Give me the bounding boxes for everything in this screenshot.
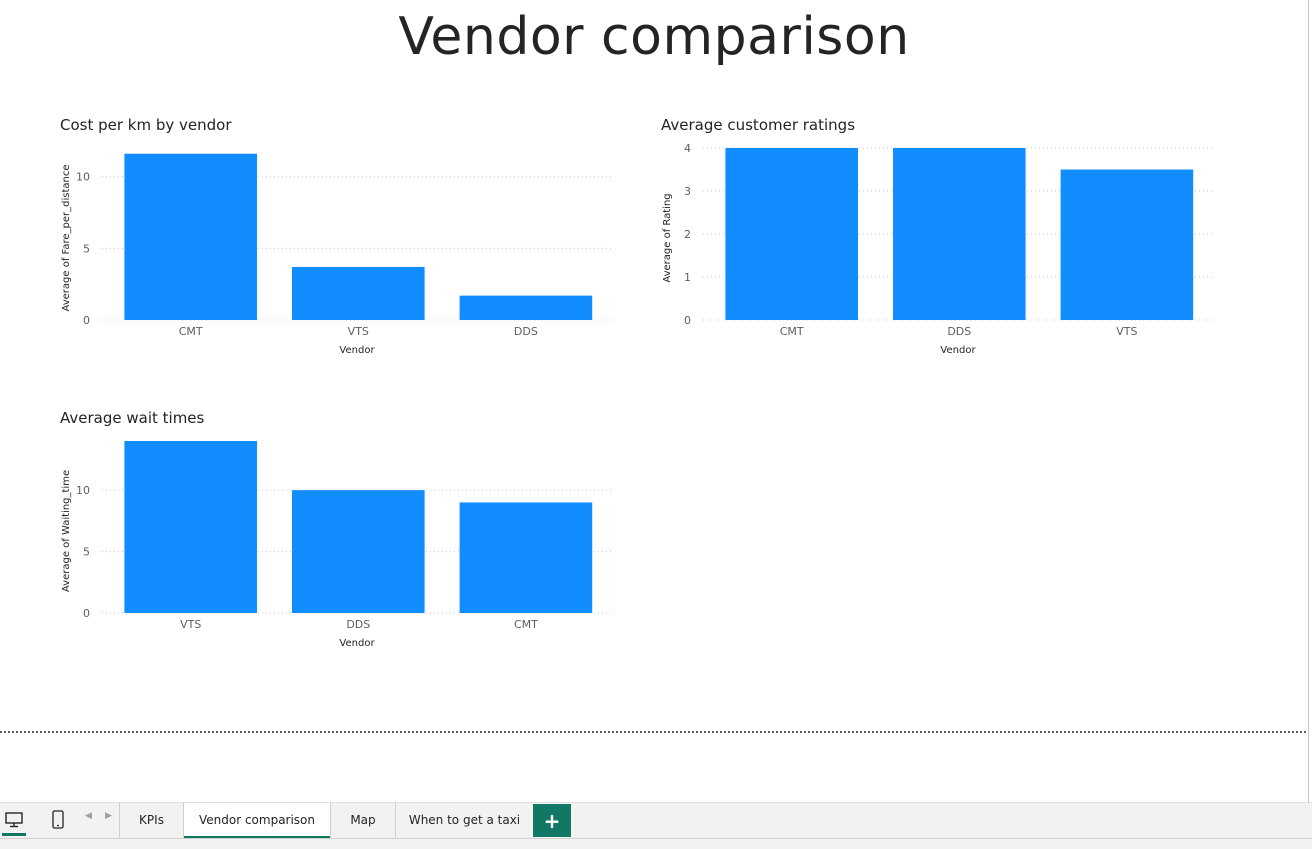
y-tick-label: 0 (83, 314, 90, 327)
x-tick-label: DDS (346, 618, 370, 631)
y-axis-title: Average of Rating (662, 193, 673, 282)
y-tick-label: 5 (83, 546, 90, 559)
report-canvas: Vendor comparison Cost per km by vendor … (0, 0, 1309, 802)
x-tick-label: VTS (180, 618, 201, 631)
customer-ratings-visual[interactable]: Average customer ratings 0 1 2 3 4 Average of… (661, 116, 1221, 366)
x-tick-label: DDS (947, 325, 971, 338)
y-tick-label: 0 (83, 607, 90, 620)
x-tick-label: CMT (780, 325, 804, 338)
tab-kpis[interactable]: KPIs (119, 803, 183, 838)
x-tick-label: CMT (179, 325, 203, 338)
x-tick-label: VTS (348, 325, 369, 338)
status-bar (0, 838, 1312, 849)
x-axis-title: Vendor (940, 345, 976, 356)
desktop-view-icon[interactable] (0, 805, 28, 836)
y-tick-label: 10 (76, 484, 90, 497)
bar-dds (459, 295, 593, 320)
x-axis-title: Vendor (339, 638, 375, 649)
page-boundary-line (0, 731, 1306, 733)
y-axis-title: Average of Waiting_time (61, 470, 72, 592)
page-tab-bar: ◀ ▶ KPIs Vendor comparison Map When to g… (0, 802, 1312, 839)
tab-when-to-get-a-taxi[interactable]: When to get a taxi (395, 803, 533, 838)
x-tick-label: DDS (514, 325, 538, 338)
bar-cmt (725, 148, 858, 320)
add-page-button[interactable]: + (533, 804, 571, 837)
x-tick-label: VTS (1116, 325, 1137, 338)
y-tick-label: 0 (684, 314, 691, 327)
bar-dds (893, 148, 1026, 320)
x-axis-title: Vendor (339, 345, 375, 356)
y-tick-label: 4 (684, 142, 691, 155)
tab-vendor-comparison[interactable]: Vendor comparison (183, 803, 330, 839)
chevron-right-icon[interactable]: ▶ (105, 811, 112, 821)
y-tick-label: 3 (684, 185, 691, 198)
page-title: Vendor comparison (398, 7, 910, 67)
visual-title: Average wait times (60, 409, 205, 427)
wait-times-visual[interactable]: Average wait times 0 5 10 Average of Waitin… (60, 409, 620, 659)
y-tick-label: 2 (684, 228, 691, 241)
y-tick-label: 5 (83, 242, 90, 255)
bar-vts (1060, 169, 1194, 320)
bar-vts (124, 441, 258, 613)
bar-cmt (459, 502, 593, 613)
mobile-view-icon[interactable] (44, 805, 72, 835)
visual-title: Average customer ratings (661, 116, 856, 134)
x-tick-label: CMT (514, 618, 538, 631)
bar-vts (292, 266, 425, 320)
bar-dds (292, 490, 425, 613)
cost-per-km-chart: 0 5 10 Average of Fare_per_distance CMT VTS DD… (61, 153, 612, 356)
y-tick-label: 10 (76, 171, 90, 184)
tab-map[interactable]: Map (330, 803, 395, 838)
y-axis-title: Average of Fare_per_distance (61, 164, 72, 311)
chevron-left-icon[interactable]: ◀ (85, 811, 92, 821)
cost-per-km-visual[interactable]: Cost per km by vendor 0 5 10 Average of Far… (60, 116, 620, 366)
customer-ratings-chart: 0 1 2 3 4 Average of Rating CMT DDS VTS Vendor (662, 142, 1213, 356)
visual-title: Cost per km by vendor (60, 116, 232, 134)
wait-times-chart: 0 5 10 Average of Waiting_time VTS DDS CMT Vend… (61, 441, 612, 649)
bar-cmt (124, 153, 258, 320)
y-tick-label: 1 (684, 271, 691, 284)
